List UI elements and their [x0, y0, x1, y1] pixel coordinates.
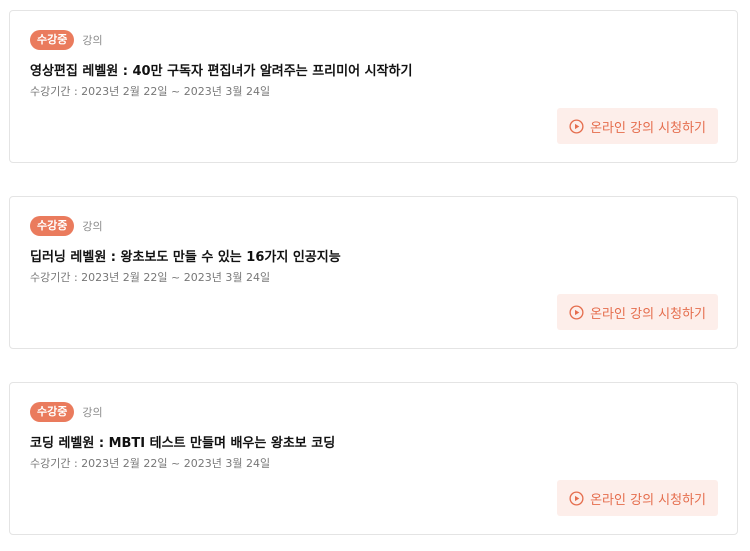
watch-online-lecture-button[interactable]: 온라인 강의 시청하기 [557, 108, 718, 144]
watch-button-label: 온라인 강의 시청하기 [590, 120, 706, 136]
course-period: 수강기간 : 2023년 2월 22일 ~ 2023년 3월 24일 [30, 271, 271, 284]
course-meta: 수강중 강의 [30, 30, 103, 50]
watch-button-label: 온라인 강의 시청하기 [590, 492, 706, 508]
play-circle-icon [569, 304, 584, 320]
course-list: 수강중 강의 영상편집 레벨원 : 40만 구독자 편집녀가 알려주는 프리미어… [0, 0, 750, 551]
status-badge: 수강중 [30, 402, 75, 422]
course-period: 수강기간 : 2023년 2월 22일 ~ 2023년 3월 24일 [30, 85, 271, 98]
play-circle-icon [569, 490, 584, 506]
course-meta: 수강중 강의 [30, 402, 103, 422]
status-badge: 수강중 [30, 216, 75, 236]
course-type-label: 강의 [82, 406, 103, 419]
watch-online-lecture-button[interactable]: 온라인 강의 시청하기 [557, 294, 718, 330]
play-circle-icon [569, 118, 584, 134]
course-meta: 수강중 강의 [30, 216, 103, 236]
watch-online-lecture-button[interactable]: 온라인 강의 시청하기 [557, 480, 718, 516]
course-period: 수강기간 : 2023년 2월 22일 ~ 2023년 3월 24일 [30, 457, 271, 470]
course-card: 수강중 강의 코딩 레벨원 : MBTI 테스트 만들며 배우는 왕초보 코딩 … [9, 382, 738, 535]
course-type-label: 강의 [82, 220, 103, 233]
watch-button-label: 온라인 강의 시청하기 [590, 306, 706, 322]
status-badge: 수강중 [30, 30, 75, 50]
course-title[interactable]: 딥러닝 레벨원 : 왕초보도 만들 수 있는 16가지 인공지능 [30, 246, 341, 265]
course-title[interactable]: 영상편집 레벨원 : 40만 구독자 편집녀가 알려주는 프리미어 시작하기 [30, 60, 412, 79]
course-card: 수강중 강의 딥러닝 레벨원 : 왕초보도 만들 수 있는 16가지 인공지능 … [9, 196, 738, 349]
course-card: 수강중 강의 영상편집 레벨원 : 40만 구독자 편집녀가 알려주는 프리미어… [9, 10, 738, 163]
course-type-label: 강의 [82, 34, 103, 47]
course-title[interactable]: 코딩 레벨원 : MBTI 테스트 만들며 배우는 왕초보 코딩 [30, 432, 335, 451]
